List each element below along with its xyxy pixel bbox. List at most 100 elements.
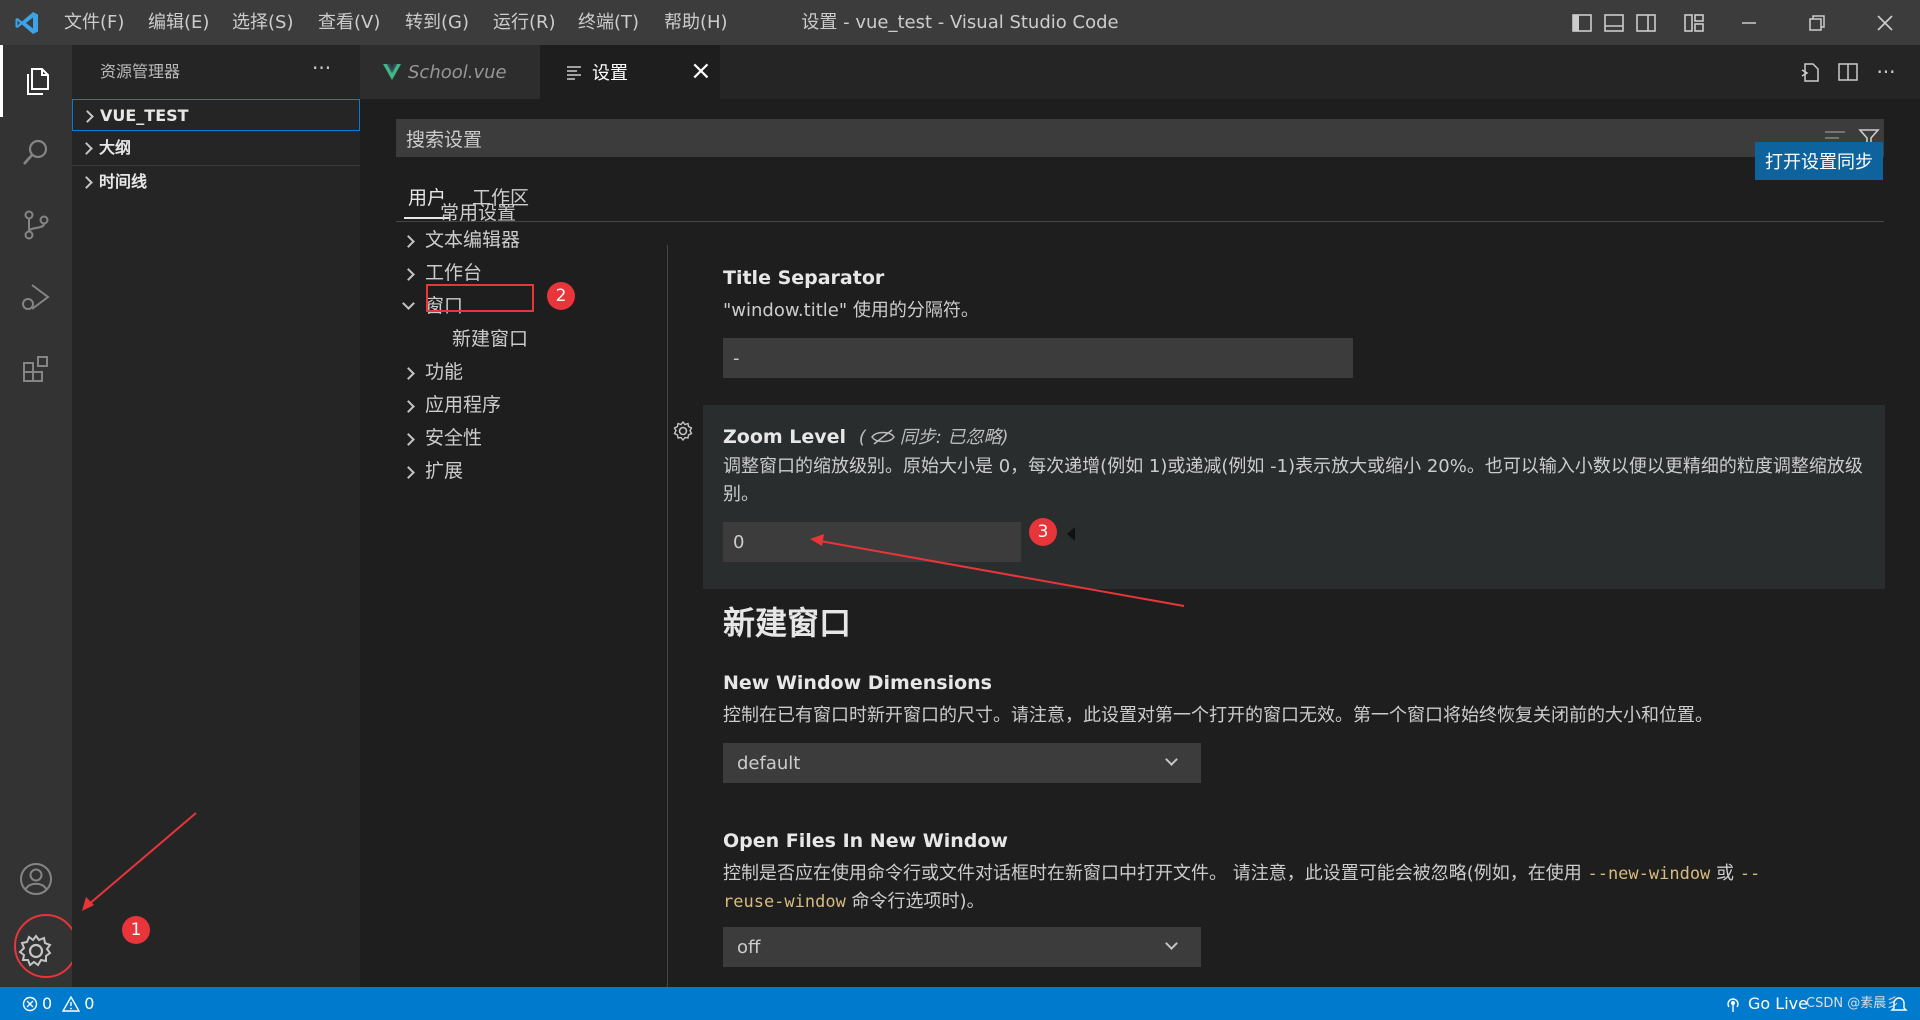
setting-open-files-desc: 控制是否应在使用命令行或文件对话框时在新窗口中打开文件。 请注意，此设置可能会被… xyxy=(723,860,1863,916)
tab-school-vue[interactable]: School.vue xyxy=(360,45,540,99)
sync-ignored-note[interactable]: (同步: 已忽略) xyxy=(859,427,1009,448)
menu-run[interactable]: 运行(R) xyxy=(493,0,556,45)
setting-zoom-level-desc: 调整窗口的缩放级别。原始大小是 0，每次递增(例如 1)或递减(例如 -1)表示… xyxy=(723,456,1863,505)
setting-zoom-level-title: Zoom Level (同步: 已忽略) xyxy=(723,423,1009,449)
menu-file[interactable]: 文件(F) xyxy=(64,0,124,45)
problems-status[interactable]: 0 0 xyxy=(22,987,94,1020)
chevron-down-icon xyxy=(402,297,415,310)
chevron-right-icon xyxy=(402,433,415,446)
section-heading-new-window: 新建窗口 xyxy=(723,604,852,642)
extensions-icon[interactable] xyxy=(0,333,72,405)
setting-title-separator-title: Title Separator xyxy=(723,267,885,289)
open-settings-json-icon[interactable] xyxy=(1796,45,1824,99)
annotation-box xyxy=(426,284,534,312)
toc-application[interactable]: 应用程序 xyxy=(402,390,501,420)
vue-icon xyxy=(383,64,401,80)
account-icon[interactable] xyxy=(0,843,72,915)
close-tab-icon[interactable]: × xyxy=(690,45,712,99)
toc-common[interactable]: 常用设置 xyxy=(440,198,516,228)
go-live-label: Go Live xyxy=(1748,994,1808,1013)
menu-selection[interactable]: 选择(S) xyxy=(232,0,293,45)
tab-label: 设置 xyxy=(592,63,628,84)
chevron-right-icon xyxy=(80,176,93,189)
tab-label: School.vue xyxy=(408,61,507,83)
settings-doc-icon xyxy=(567,66,581,80)
open-settings-sync-button[interactable]: 打开设置同步 xyxy=(1755,142,1883,180)
toggle-panel-icon[interactable] xyxy=(1600,0,1628,45)
settings-editor: 搜索设置 用户 工作区 打开设置同步 常用设置 文本编辑器 工作台 窗口 新建窗… xyxy=(360,99,1920,987)
toc-security[interactable]: 安全性 xyxy=(402,423,483,453)
explorer-sidebar: 资源管理器 ··· VUE_TEST 大纲 时间线 xyxy=(72,45,360,987)
toc-label: 文本编辑器 xyxy=(425,229,521,251)
menu-view[interactable]: 查看(V) xyxy=(318,0,380,45)
tab-settings[interactable]: 设置 × xyxy=(540,45,720,99)
split-editor-icon[interactable] xyxy=(1834,45,1862,99)
toc-label: 安全性 xyxy=(425,427,483,449)
new-window-dimensions-select[interactable]: default xyxy=(723,743,1201,783)
run-debug-icon[interactable] xyxy=(0,261,72,333)
go-live-button[interactable]: Go Live xyxy=(1724,987,1808,1020)
setting-gear-icon[interactable] xyxy=(672,420,694,446)
warning-count: 0 xyxy=(84,994,95,1013)
files-icon[interactable] xyxy=(0,45,72,117)
section-label: VUE_TEST xyxy=(100,106,189,125)
toggle-secondary-sidebar-icon[interactable] xyxy=(1632,0,1660,45)
search-icon[interactable] xyxy=(0,117,72,189)
select-value: default xyxy=(737,752,801,774)
setting-open-files-title: Open Files In New Window xyxy=(723,830,1008,852)
chevron-right-icon xyxy=(402,268,415,281)
customize-layout-icon[interactable] xyxy=(1680,0,1708,45)
toc-new-window[interactable]: 新建窗口 xyxy=(452,324,528,354)
toc-text-editor[interactable]: 文本编辑器 xyxy=(402,225,521,255)
menu-help[interactable]: 帮助(H) xyxy=(664,0,728,45)
chevron-right-icon xyxy=(402,235,415,248)
zoom-level-input[interactable]: 0 xyxy=(723,522,1021,562)
source-control-icon[interactable] xyxy=(0,189,72,261)
toc-features[interactable]: 功能 xyxy=(402,357,464,387)
code-dashes: -- xyxy=(1739,864,1761,884)
chevron-down-icon xyxy=(1165,753,1178,766)
toggle-sidebar-icon[interactable] xyxy=(1568,0,1596,45)
sync-ignored-icon xyxy=(870,429,895,445)
broadcast-icon xyxy=(1727,997,1739,1012)
code-reuse-window: reuse-window xyxy=(723,892,846,912)
open-files-select[interactable]: off xyxy=(723,927,1201,967)
minimize-icon[interactable] xyxy=(1726,0,1772,45)
notifications-icon[interactable] xyxy=(1890,995,1908,1017)
toc-label: 工作台 xyxy=(425,262,483,284)
close-window-icon[interactable] xyxy=(1862,0,1908,45)
toc-label: 扩展 xyxy=(425,460,464,482)
section-vue-test[interactable]: VUE_TEST xyxy=(72,99,360,131)
toc-label: 功能 xyxy=(425,361,464,383)
setting-new-window-dimensions-desc: 控制在已有窗口时新开窗口的尺寸。请注意，此设置对第一个打开的窗口无效。第一个窗口… xyxy=(723,705,1713,726)
title-separator-input[interactable]: - xyxy=(723,338,1353,378)
annotation-badge-1: 1 xyxy=(122,916,150,944)
error-count: 0 xyxy=(42,994,53,1013)
error-icon xyxy=(22,996,38,1011)
zoom-level-title-text: Zoom Level xyxy=(723,426,847,448)
hover-pointer xyxy=(1067,527,1075,541)
menu-terminal[interactable]: 终端(T) xyxy=(578,0,639,45)
section-outline[interactable]: 大纲 xyxy=(72,132,360,164)
toc-extensions[interactable]: 扩展 xyxy=(402,456,464,486)
toc-divider xyxy=(667,245,668,987)
annotation-circle xyxy=(14,914,78,978)
settings-search-input[interactable]: 搜索设置 xyxy=(396,119,1884,157)
more-actions-icon[interactable]: ··· xyxy=(1872,45,1900,99)
explorer-more-icon[interactable]: ··· xyxy=(312,45,331,99)
explorer-header: 资源管理器 xyxy=(100,62,181,81)
section-timeline[interactable]: 时间线 xyxy=(72,165,360,197)
watermark: CSDN @素晨彡 xyxy=(1806,996,1900,1011)
desc-text: 或 xyxy=(1710,863,1740,884)
setting-title-separator-desc: "window.title" 使用的分隔符。 xyxy=(723,300,979,321)
menu-go[interactable]: 转到(G) xyxy=(405,0,469,45)
desc-text: 命令行选项时)。 xyxy=(845,891,985,912)
restore-icon[interactable] xyxy=(1794,0,1840,45)
menu-edit[interactable]: 编辑(E) xyxy=(148,0,209,45)
chevron-right-icon xyxy=(402,400,415,413)
section-label: 大纲 xyxy=(99,138,132,157)
desc-text: 控制是否应在使用命令行或文件对话框时在新窗口中打开文件。 请注意，此设置可能会被… xyxy=(723,863,1588,884)
chevron-right-icon xyxy=(402,367,415,380)
activity-bar xyxy=(0,45,72,987)
section-label: 时间线 xyxy=(99,172,148,191)
